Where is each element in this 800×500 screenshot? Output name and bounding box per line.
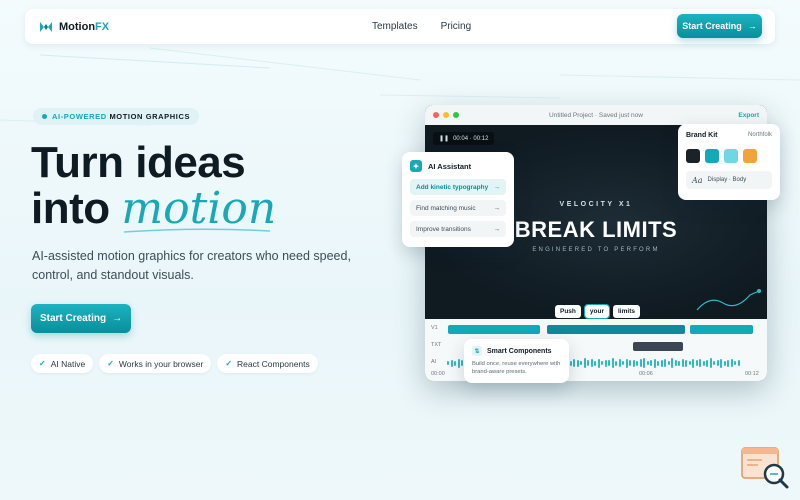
motion-curve-icon bbox=[696, 289, 761, 311]
brand-kit-card: Brand Kit Northfolk Aa Display · Body bbox=[678, 124, 780, 200]
brand-kit-title: Brand Kit bbox=[686, 132, 718, 139]
ai-assistant-header: ✦ AI Assistant bbox=[410, 160, 506, 172]
chip-ai-native: ✓ AI Native bbox=[31, 354, 94, 373]
caption-words: Push your limits bbox=[555, 304, 640, 319]
timeline-time-end: 00:12 bbox=[745, 371, 759, 377]
nav-links: Templates Pricing bbox=[372, 9, 471, 44]
editor-titlebar: Untitled Project · Saved just now Export bbox=[425, 105, 767, 125]
check-icon: ✓ bbox=[39, 359, 46, 368]
hero-cta-label: Start Creating bbox=[39, 313, 107, 324]
assistant-suggestion[interactable]: Find matching music → bbox=[410, 200, 506, 216]
logo-text: Motion bbox=[59, 20, 96, 33]
track-label-txt: TXT bbox=[431, 342, 442, 348]
sparkle-icon: ✦ bbox=[410, 160, 422, 172]
logo-icon bbox=[40, 21, 52, 32]
chip-label: React Components bbox=[237, 358, 310, 369]
search-document-icon[interactable] bbox=[740, 446, 790, 490]
ai-assistant-title: AI Assistant bbox=[428, 161, 472, 171]
color-swatch[interactable] bbox=[743, 149, 757, 163]
pause-icon[interactable]: ❚❚ bbox=[439, 135, 449, 142]
text-clip[interactable] bbox=[633, 342, 683, 351]
hero-start-creating-button[interactable]: Start Creating → bbox=[31, 304, 131, 333]
chip-react: ✓ React Components bbox=[217, 354, 318, 373]
chip-label: Works in your browser bbox=[118, 358, 204, 369]
color-swatch[interactable] bbox=[724, 149, 738, 163]
headline-line2a: into bbox=[31, 184, 122, 233]
track-label-ai: AI bbox=[431, 359, 437, 365]
assistant-suggestion[interactable]: Add kinetic typography → bbox=[410, 179, 506, 195]
hero-headline: Turn ideas into motion bbox=[31, 140, 276, 232]
top-nav: MotionFX Templates Pricing Start Creatin… bbox=[25, 9, 775, 44]
brand-kit-header: Brand Kit Northfolk bbox=[686, 132, 772, 139]
logo-text-fx: FX bbox=[95, 20, 110, 33]
suggestion-label: Add kinetic typography bbox=[416, 183, 489, 191]
chip-label: AI Native bbox=[50, 358, 86, 369]
timecode-text: 00:04 · 00:12 bbox=[453, 135, 489, 142]
feature-chips: ✓ AI Native ✓ Works in your browser ✓ React… bbox=[31, 354, 318, 373]
export-button[interactable]: Export bbox=[738, 112, 759, 119]
chip-browser: ✓ Works in your browser bbox=[99, 354, 212, 373]
nav-link-templates[interactable]: Templates bbox=[372, 21, 418, 32]
track-label-v1: V1 bbox=[431, 325, 438, 331]
smart-components-header: ⇅ Smart Components bbox=[472, 346, 561, 356]
badge-text-highlight: AI-POWERED bbox=[52, 112, 110, 121]
caption-word[interactable]: limits bbox=[613, 305, 640, 318]
font-glyph: Aa bbox=[692, 175, 703, 185]
arrow-right-icon: → bbox=[493, 225, 501, 233]
suggestion-label: Find matching music bbox=[416, 204, 476, 212]
hero-badge: AI-POWERED MOTION GRAPHICS bbox=[33, 108, 200, 125]
smart-components-card: ⇅ Smart Components Build once, reuse eve… bbox=[464, 339, 569, 383]
brand-font-row[interactable]: Aa Display · Body bbox=[686, 171, 772, 189]
video-clip[interactable] bbox=[690, 325, 753, 334]
badge-dot-icon bbox=[42, 114, 47, 119]
check-icon: ✓ bbox=[225, 359, 233, 368]
smart-components-desc: Build once, reuse everywhere with brand-… bbox=[472, 361, 561, 375]
timeline-time-mid: 00:06 bbox=[639, 371, 653, 377]
color-swatch[interactable] bbox=[686, 149, 700, 163]
components-icon: ⇅ bbox=[472, 346, 482, 356]
hero-subtitle: AI-assisted motion graphics for creators… bbox=[32, 249, 351, 282]
headline-line1: Turn ideas bbox=[31, 138, 246, 187]
stage-tagline: ENGINEERED TO PERFORM bbox=[532, 247, 660, 253]
caption-word-active[interactable]: your bbox=[583, 304, 611, 319]
badge-text: MOTION GRAPHICS bbox=[109, 112, 191, 121]
logo[interactable]: MotionFX bbox=[39, 21, 109, 33]
brand-font-label: Display · Body bbox=[707, 177, 747, 183]
nav-cta-label: Start Creating bbox=[682, 21, 742, 31]
color-swatch[interactable] bbox=[705, 149, 719, 163]
caption-word[interactable]: Push bbox=[555, 305, 581, 318]
arrow-right-icon: → bbox=[493, 183, 501, 191]
timeline-time-start: 00:00 bbox=[431, 371, 445, 377]
nav-link-pricing[interactable]: Pricing bbox=[441, 21, 472, 32]
arrow-right-icon: → bbox=[112, 313, 123, 324]
video-clip[interactable] bbox=[448, 325, 540, 334]
check-icon: ✓ bbox=[107, 359, 114, 368]
editor-title: Untitled Project · Saved just now bbox=[549, 111, 643, 119]
brand-swatches bbox=[686, 149, 772, 163]
video-clip[interactable] bbox=[547, 325, 685, 334]
ai-assistant-card: ✦ AI Assistant Add kinetic typography → … bbox=[402, 152, 514, 247]
arrow-right-icon: → bbox=[747, 21, 757, 31]
timecode: ❚❚ 00:04 · 00:12 bbox=[433, 132, 495, 145]
arrow-right-icon: → bbox=[493, 204, 501, 212]
assistant-suggestion[interactable]: Improve transitions → bbox=[410, 221, 506, 237]
brand-kit-name: Northfolk bbox=[747, 132, 772, 138]
headline-underline bbox=[123, 228, 271, 233]
smart-components-title: Smart Components bbox=[487, 347, 552, 355]
nav-start-creating-button[interactable]: Start Creating → bbox=[677, 14, 762, 38]
suggestion-label: Improve transitions bbox=[416, 225, 471, 233]
